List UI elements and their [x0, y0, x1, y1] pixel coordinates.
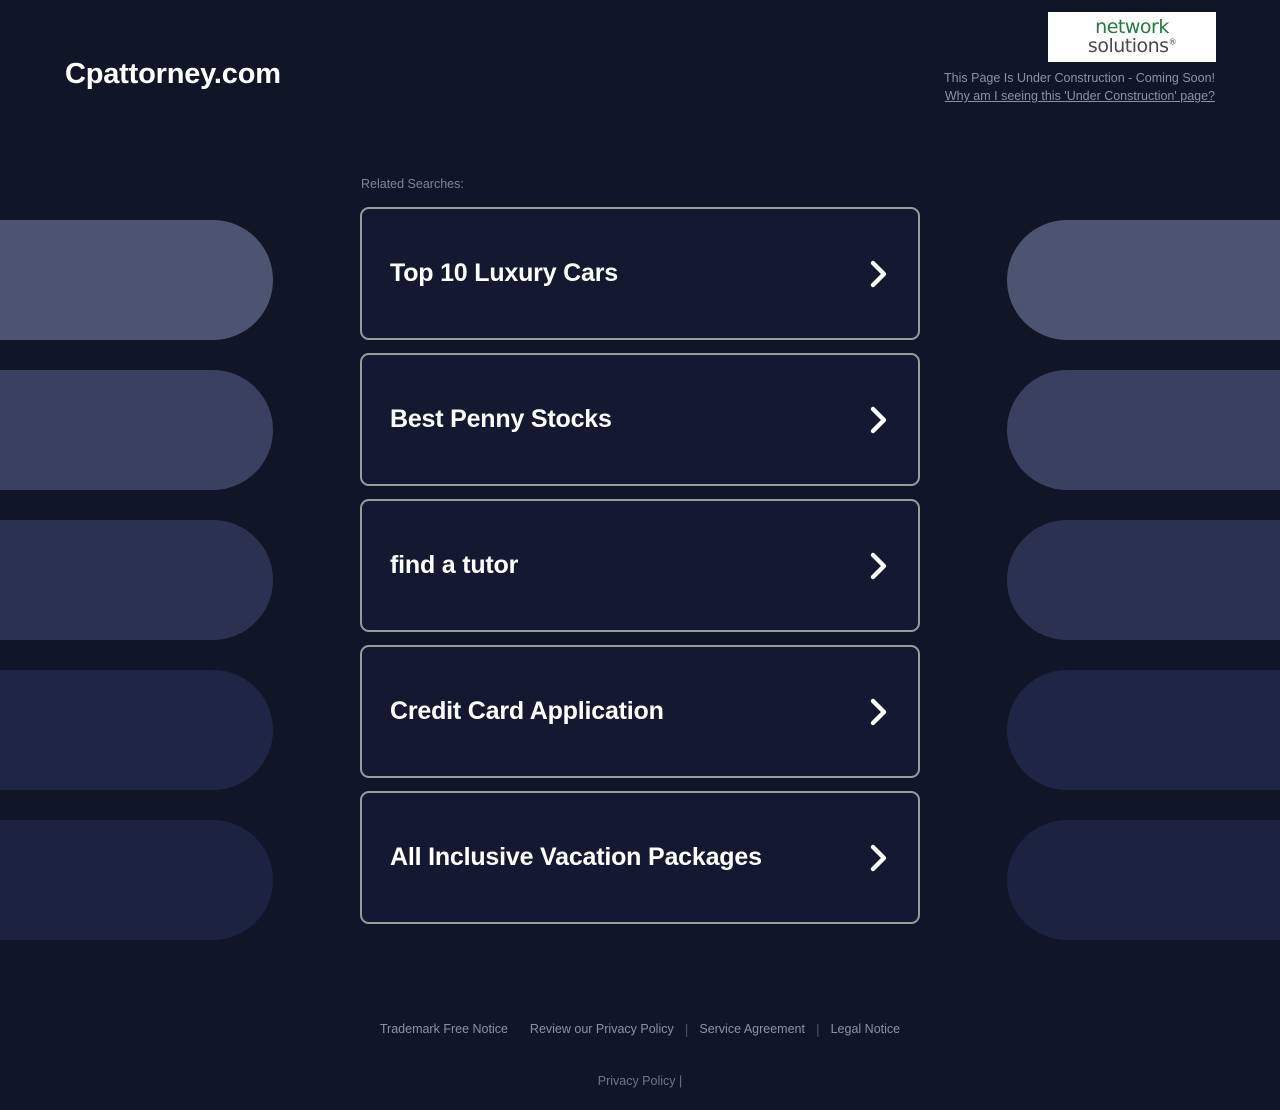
chevron-right-icon: [868, 259, 890, 289]
page-header: Cpattorney.com network solutions® This P…: [0, 0, 1280, 120]
decor-bar-right-1: [1007, 220, 1280, 340]
related-search-card[interactable]: find a tutor: [360, 499, 920, 632]
main-content: Related Searches: Top 10 Luxury Cars Best…: [360, 120, 920, 924]
decor-bar-right-5: [1007, 820, 1280, 940]
chevron-right-icon: [868, 697, 890, 727]
related-search-card[interactable]: Credit Card Application: [360, 645, 920, 778]
decor-bar-left-5: [0, 820, 273, 940]
notice-text: This Page Is Under Construction - Coming…: [944, 71, 1215, 85]
related-search-card[interactable]: Top 10 Luxury Cars: [360, 207, 920, 340]
footer-link[interactable]: Review our Privacy Policy: [519, 1022, 685, 1036]
related-search-card[interactable]: Best Penny Stocks: [360, 353, 920, 486]
related-search-label: Top 10 Luxury Cars: [390, 259, 618, 288]
chevron-right-icon: [868, 843, 890, 873]
related-searches-label: Related Searches:: [360, 177, 920, 191]
related-search-label: find a tutor: [390, 551, 518, 580]
page-footer: Trademark Free NoticeReview our Privacy …: [0, 1021, 1280, 1110]
decor-bar-left-2: [0, 370, 273, 490]
related-searches-list: Top 10 Luxury Cars Best Penny Stocks find …: [360, 207, 920, 924]
privacy-policy-bottom-link[interactable]: Privacy Policy |: [598, 1074, 683, 1088]
related-search-label: Credit Card Application: [390, 697, 664, 726]
decor-bar-right-4: [1007, 670, 1280, 790]
footer-links: Trademark Free NoticeReview our Privacy …: [0, 1021, 1280, 1037]
footer-link[interactable]: Legal Notice: [820, 1022, 912, 1036]
footer-link[interactable]: Service Agreement: [688, 1022, 816, 1036]
decor-bar-left-1: [0, 220, 273, 340]
footer-bottom: Privacy Policy |: [0, 1074, 1280, 1088]
related-search-label: All Inclusive Vacation Packages: [390, 843, 762, 872]
under-construction-notice: This Page Is Under Construction - Coming…: [944, 69, 1215, 105]
why-am-i-seeing-this-link[interactable]: Why am I seeing this 'Under Construction…: [944, 87, 1215, 105]
logo-word-solutions: solutions®: [1088, 37, 1176, 56]
decor-bar-right-2: [1007, 370, 1280, 490]
decor-bar-left-3: [0, 520, 273, 640]
decor-bar-right-3: [1007, 520, 1280, 640]
network-solutions-logo: network solutions®: [1048, 12, 1216, 62]
related-search-label: Best Penny Stocks: [390, 405, 612, 434]
chevron-right-icon: [868, 551, 890, 581]
registered-mark-icon: ®: [1169, 38, 1177, 47]
page-title: Cpattorney.com: [65, 58, 281, 91]
logo-word-solutions-text: solutions: [1088, 35, 1169, 57]
chevron-right-icon: [868, 405, 890, 435]
footer-link[interactable]: Trademark Free Notice: [369, 1022, 519, 1036]
decor-bar-left-4: [0, 670, 273, 790]
related-search-card[interactable]: All Inclusive Vacation Packages: [360, 791, 920, 924]
